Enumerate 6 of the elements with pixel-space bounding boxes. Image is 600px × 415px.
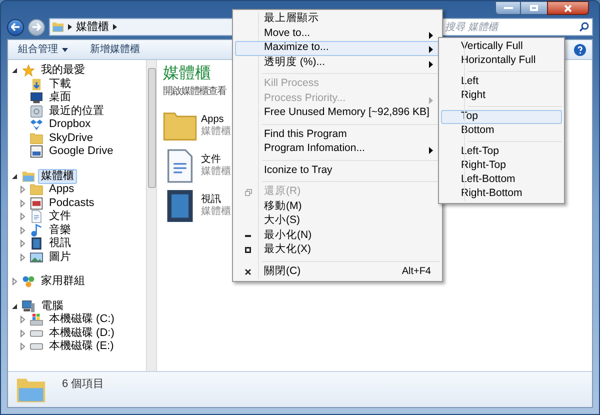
library-type: 媒體櫃 (201, 206, 231, 218)
library-type: 媒體櫃 (201, 166, 231, 178)
library-subtitle: 開啟媒體櫃查看 (163, 84, 226, 99)
library-title: 媒體櫃 (163, 64, 211, 84)
library-type: 媒體櫃 (201, 126, 231, 138)
item-count: 6 個項目 (62, 377, 104, 392)
